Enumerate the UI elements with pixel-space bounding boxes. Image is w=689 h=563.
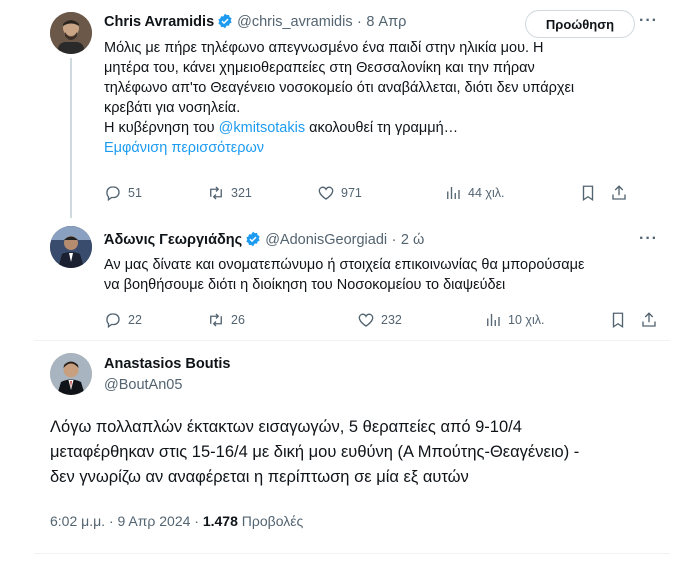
reply-button[interactable]: 22: [104, 310, 142, 330]
author-name[interactable]: Anastasios Boutis: [104, 356, 231, 372]
reply-icon: [106, 186, 120, 202]
avatar-boutis[interactable]: [50, 353, 92, 395]
reply-count: 51: [128, 186, 142, 200]
author-handle[interactable]: @AdonisGeorgiadi: [265, 232, 387, 248]
retweet-button[interactable]: 321: [207, 183, 252, 203]
avatar-chris[interactable]: [50, 12, 92, 54]
tweet-line: Μόλις με πήρε τηλέφωνο απεγνωσμένο ένα π…: [104, 40, 544, 56]
tweet-text: Μόλις με πήρε τηλέφωνο απεγνωσμένο ένα π…: [104, 38, 634, 158]
share-button[interactable]: [640, 310, 658, 330]
author-handle[interactable]: @BoutAn05: [104, 377, 182, 393]
separator: ·: [391, 232, 397, 248]
tweet-time[interactable]: 2 ώ: [401, 232, 424, 248]
tweet-line: μητέρα του, κάνει χημειοθεραπείες στη Θε…: [104, 60, 535, 76]
tweet-time[interactable]: 8 Απρ: [366, 14, 406, 30]
views-icon: [487, 314, 500, 326]
divider: [34, 553, 670, 554]
tweet-line: κρεβάτι για νοσηλεία.: [104, 100, 241, 116]
tweet-line: Αν μας δίνατε και ονοματεπώνυμο ή στοιχε…: [104, 257, 585, 273]
views-count: 44 χιλ.: [468, 186, 505, 200]
retweet-count: 321: [231, 186, 252, 200]
tweet-line: Λόγω πολλαπλών έκτακτων εισαγωγών, 5 θερ…: [50, 418, 522, 436]
author-name[interactable]: Άδωνις Γεωργιάδης: [104, 232, 242, 248]
retweet-count: 26: [231, 313, 245, 327]
reply-count: 22: [128, 313, 142, 327]
text-fragment: ακολουθεί τη γραμμή…: [305, 120, 459, 136]
tweet-meta: 6:02 μ.μ. · 9 Απρ 2024 · 1.478 Προβολές: [50, 513, 303, 529]
thread-line: [70, 58, 72, 218]
author-name[interactable]: Chris Avramidis: [104, 14, 214, 30]
tweet-boutis: Anastasios Boutis @BoutAn05 Λόγω πολλαπλ…: [34, 341, 670, 563]
more-icon[interactable]: ···: [639, 12, 658, 30]
views-count: 1.478: [202, 513, 238, 529]
like-count: 971: [341, 186, 362, 200]
views-icon: [447, 187, 460, 199]
share-button[interactable]: [610, 183, 628, 203]
author-handle-row: @BoutAn05: [104, 376, 182, 394]
tweet-line: Η κυβέρνηση του @kmitsotakis ακολουθεί τ…: [104, 118, 634, 138]
promote-button[interactable]: Προώθηση: [525, 10, 635, 38]
retweet-icon: [210, 313, 222, 327]
tweet-line: μεταφέρθηκαν στις 15-16/4 με δική μου ευ…: [50, 443, 580, 461]
views-button[interactable]: 44 χιλ.: [444, 183, 504, 203]
text-fragment: Η κυβέρνηση του: [104, 120, 219, 136]
bookmark-icon: [582, 185, 594, 202]
tweet-actions: 22 26 232 10 χιλ.: [104, 310, 656, 330]
share-icon: [612, 185, 626, 200]
like-icon: [318, 186, 334, 200]
tweet-chris[interactable]: Chris Avramidis @chris_avramidis · 8 Απρ …: [34, 0, 670, 218]
tweet-adonis[interactable]: Άδωνις Γεωργιάδης @AdonisGeorgiadi · 2 ώ …: [34, 218, 670, 343]
like-button[interactable]: 971: [317, 183, 362, 203]
tweet-timestamp[interactable]: 6:02 μ.μ. · 9 Απρ 2024 ·: [50, 513, 199, 529]
reply-button[interactable]: 51: [104, 183, 142, 203]
reply-icon: [106, 313, 120, 329]
bookmark-button[interactable]: [609, 310, 627, 330]
separator: ·: [357, 14, 362, 30]
bookmark-icon: [612, 312, 624, 329]
verified-badge-icon: [217, 13, 233, 34]
tweet-line: να βοηθήσουμε διότι η διοίκηση του Νοσοκ…: [104, 277, 506, 293]
retweet-button[interactable]: 26: [207, 310, 245, 330]
retweet-icon: [210, 186, 222, 200]
tweet-line: δεν γνωρίζω αν αναφέρεται η περίπτωση σε…: [50, 468, 469, 486]
timeline: Chris Avramidis @chris_avramidis · 8 Απρ …: [34, 0, 670, 563]
bookmark-button[interactable]: [579, 183, 597, 203]
author-name-row: Anastasios Boutis: [104, 355, 231, 373]
share-icon: [642, 312, 656, 327]
show-more-link[interactable]: Εμφάνιση περισσότερων: [104, 138, 634, 158]
like-button[interactable]: 232: [357, 310, 402, 330]
author-handle[interactable]: @chris_avramidis: [237, 14, 352, 30]
tweet-line: τηλέφωνο απ'το Θεαγένειο νοσοκομείο ότι …: [104, 80, 575, 96]
views-button[interactable]: 10 χιλ.: [484, 310, 544, 330]
avatar-adonis[interactable]: [50, 226, 92, 268]
like-icon: [358, 313, 374, 327]
mention-link[interactable]: @kmitsotakis: [219, 120, 305, 136]
tweet-text: Λόγω πολλαπλών έκτακτων εισαγωγών, 5 θερ…: [50, 415, 660, 490]
tweet-actions: 51 321 971 44 χιλ.: [104, 183, 644, 203]
views-count: 10 χιλ.: [508, 313, 545, 327]
tweet-header: Chris Avramidis @chris_avramidis · 8 Απρ: [104, 13, 406, 34]
verified-badge-icon: [245, 231, 261, 252]
more-icon[interactable]: ···: [639, 230, 658, 248]
tweet-header: Άδωνις Γεωργιάδης @AdonisGeorgiadi · 2 ώ: [104, 231, 424, 252]
views-label: Προβολές: [241, 513, 304, 529]
tweet-text: Αν μας δίνατε και ονοματεπώνυμο ή στοιχε…: [104, 255, 634, 295]
like-count: 232: [381, 313, 402, 327]
